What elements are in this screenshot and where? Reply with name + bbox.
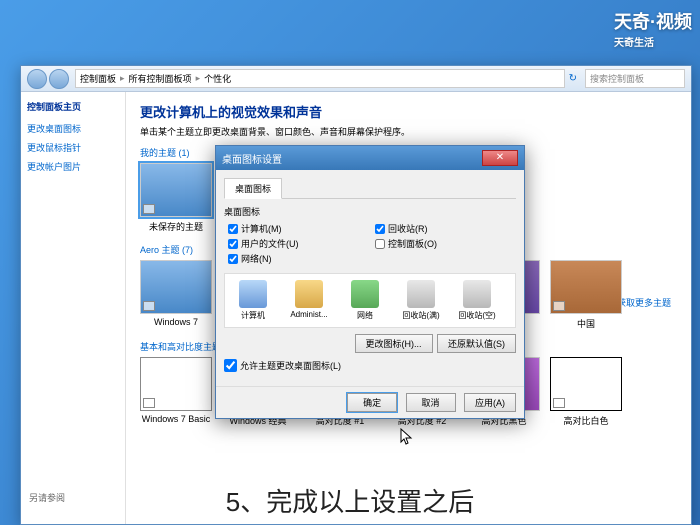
theme-item[interactable]: 中国: [550, 260, 622, 330]
watermark: 天奇·视频 天奇生活: [614, 8, 692, 49]
icon-btn-row: 更改图标(H)... 还原默认值(S): [224, 334, 516, 353]
video-caption: 5、完成以上设置之后: [226, 482, 474, 519]
check-user[interactable]: 用户的文件(U): [228, 237, 365, 250]
breadcrumb-root[interactable]: 控制面板: [80, 72, 116, 85]
breadcrumb-leaf[interactable]: 个性化: [204, 72, 231, 85]
watermark-main: 天奇·视频: [614, 12, 692, 32]
theme-unsaved[interactable]: 未保存的主题: [140, 163, 212, 233]
theme-label: 高对比白色: [563, 416, 608, 426]
allow-checkbox[interactable]: [224, 359, 237, 372]
theme-label: 中国: [577, 319, 595, 329]
tab-strip: 桌面图标: [224, 178, 516, 199]
apply-button[interactable]: 应用(A): [464, 393, 516, 412]
icon-computer[interactable]: 计算机: [231, 280, 275, 321]
nav-buttons: [27, 69, 69, 89]
icon-user[interactable]: Administ...: [287, 280, 331, 321]
watermark-sub: 天奇生活: [614, 34, 692, 49]
back-button[interactable]: [27, 69, 47, 89]
see-also-label: 另请参阅: [29, 491, 65, 504]
dialog-title-text: 桌面图标设置: [222, 151, 282, 166]
tab-desktop-icons[interactable]: 桌面图标: [224, 178, 282, 199]
check-network[interactable]: 网络(N): [228, 252, 365, 265]
checkbox-grid: 计算机(M) 回收站(R) 用户的文件(U) 控制面板(O) 网络(N): [224, 222, 516, 265]
dialog-body: 桌面图标 桌面图标 计算机(M) 回收站(R) 用户的文件(U) 控制面板(O)…: [216, 170, 524, 386]
restore-default-button[interactable]: 还原默认值(S): [437, 334, 516, 353]
breadcrumb-sep: ▸: [196, 73, 201, 84]
theme-label: Windows 7: [154, 317, 198, 327]
close-button[interactable]: ✕: [482, 150, 518, 166]
page-desc: 单击某个主题立即更改桌面背景、窗口颜色、声音和屏幕保护程序。: [140, 125, 677, 138]
breadcrumb-sep: ▸: [120, 73, 125, 84]
icon-recycle-empty[interactable]: 回收站(空): [455, 280, 499, 321]
titlebar: 控制面板 ▸ 所有控制面板项 ▸ 个性化 ↻ 搜索控制面板: [21, 66, 691, 92]
dialog-footer: 确定 取消 应用(A): [216, 386, 524, 418]
forward-button[interactable]: [49, 69, 69, 89]
page-title: 更改计算机上的视觉效果和声音: [140, 102, 677, 121]
dialog-titlebar[interactable]: 桌面图标设置 ✕: [216, 146, 524, 170]
sidebar: 控制面板主页 更改桌面图标 更改鼠标指针 更改帐户图片 另请参阅: [21, 92, 126, 524]
theme-item[interactable]: 高对比白色: [550, 357, 622, 427]
change-icon-button[interactable]: 更改图标(H)...: [355, 334, 433, 353]
sidebar-item-account-pic[interactable]: 更改帐户图片: [27, 157, 119, 176]
theme-label: 未保存的主题: [149, 222, 203, 232]
breadcrumb[interactable]: 控制面板 ▸ 所有控制面板项 ▸ 个性化: [75, 69, 565, 88]
desktop-icon-settings-dialog: 桌面图标设置 ✕ 桌面图标 桌面图标 计算机(M) 回收站(R) 用户的文件(U…: [215, 145, 525, 419]
sidebar-item-mouse[interactable]: 更改鼠标指针: [27, 138, 119, 157]
sidebar-item-desktop-icons[interactable]: 更改桌面图标: [27, 119, 119, 138]
cancel-button[interactable]: 取消: [406, 393, 456, 412]
search-input[interactable]: 搜索控制面板: [585, 69, 685, 88]
sidebar-title: 控制面板主页: [27, 100, 119, 113]
breadcrumb-mid[interactable]: 所有控制面板项: [129, 72, 192, 85]
icon-recycle-full[interactable]: 回收站(满): [399, 280, 443, 321]
icon-network[interactable]: 网络: [343, 280, 387, 321]
theme-item[interactable]: Windows 7 Basic: [140, 357, 212, 427]
cursor-icon: [400, 428, 414, 446]
check-control[interactable]: 控制面板(O): [375, 237, 512, 250]
check-computer[interactable]: 计算机(M): [228, 222, 365, 235]
icon-preview-row: 计算机 Administ... 网络 回收站(满) 回收站(空): [224, 273, 516, 328]
allow-theme-change-check[interactable]: 允许主题更改桌面图标(L): [224, 359, 516, 372]
check-recycle[interactable]: 回收站(R): [375, 222, 512, 235]
ok-button[interactable]: 确定: [347, 393, 397, 412]
refresh-icon[interactable]: ↻: [569, 73, 577, 84]
theme-item[interactable]: Windows 7: [140, 260, 212, 330]
theme-label: Windows 7 Basic: [142, 414, 211, 424]
group-label: 桌面图标: [224, 205, 516, 218]
